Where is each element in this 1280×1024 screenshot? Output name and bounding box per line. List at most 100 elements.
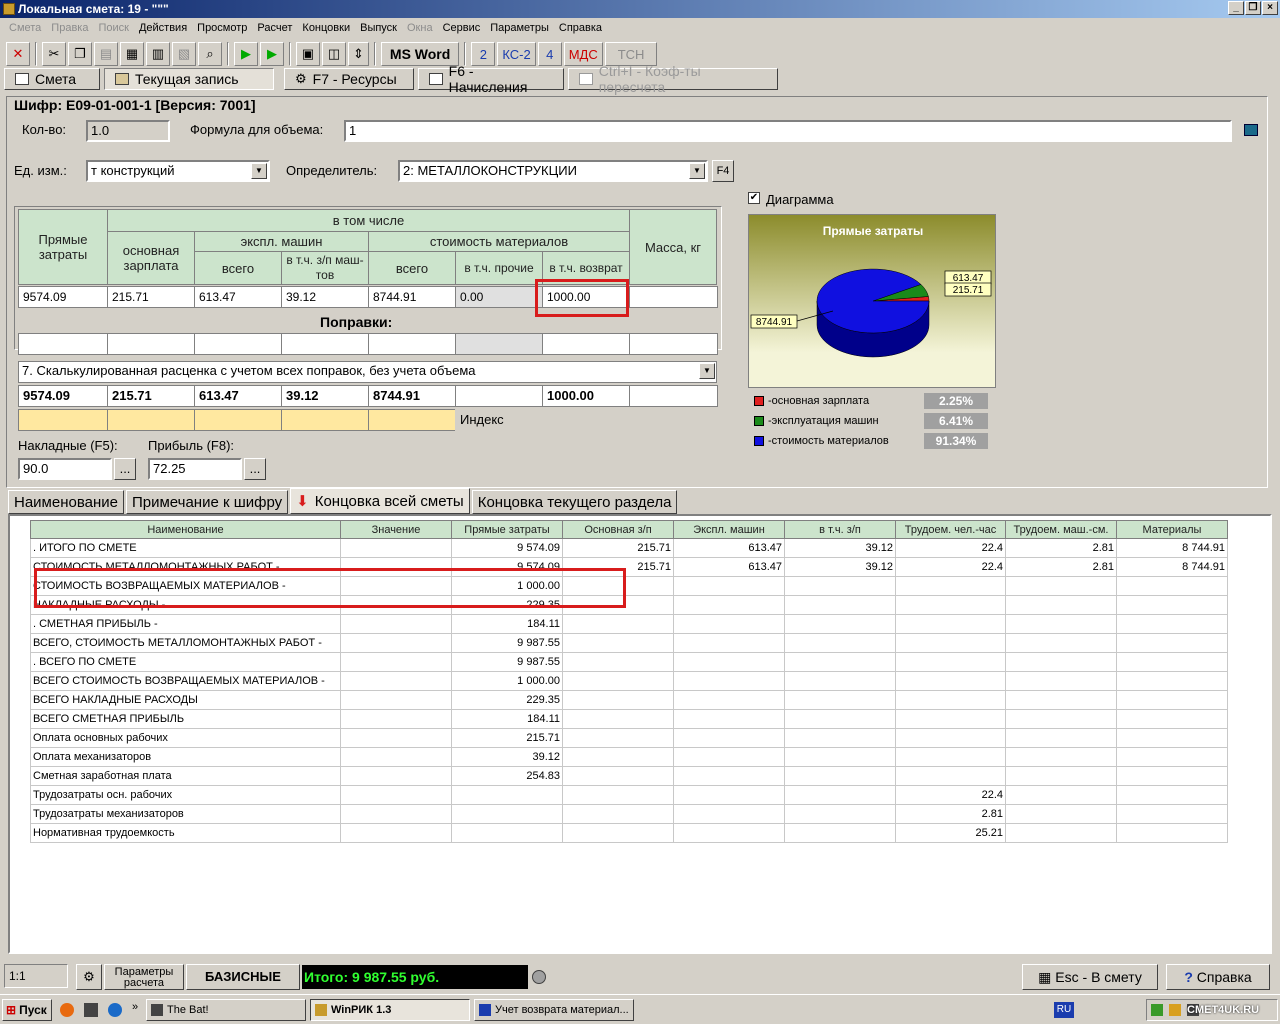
tab-name[interactable]: Наименование [8,490,124,514]
mds-button[interactable]: МДС [563,42,603,66]
cost-cell[interactable]: 215.71 [107,286,195,308]
table-row[interactable]: . СМЕТНАЯ ПРИБЫЛЬ - 184.11 [30,614,1228,634]
table-row[interactable]: . ИТОГО ПО СМЕТЕ 9 574.09 215.71 613.47 39.1… [30,538,1228,558]
menu-item[interactable]: Расчет [252,19,297,37]
cut-icon[interactable]: ✂ [42,42,66,66]
table-row[interactable]: Трудозатраты осн. рабочих 22.4 [30,785,1228,805]
diagram-checkbox[interactable]: ✔ [748,192,760,204]
columns-icon[interactable]: ◫ [322,42,346,66]
minimize-button[interactable]: _ [1228,1,1244,15]
calc-mode-select[interactable]: 7. Скалькулированная расценка с учетом в… [18,361,717,383]
chevron-down-icon[interactable]: ▼ [699,363,715,379]
column-header[interactable]: Трудоем. чел.-час [895,520,1006,539]
table-row[interactable]: ВСЕГО СМЕТНАЯ ПРИБЫЛЬ 184.11 [30,709,1228,729]
start-button[interactable]: ⊞ Пуск [2,999,52,1021]
copy-icon[interactable]: ❐ [68,42,92,66]
table-row[interactable]: ВСЕГО НАКЛАДНЫЕ РАСХОДЫ 229.35 [30,690,1228,710]
menu-item[interactable]: Концовки [297,19,355,37]
column-header[interactable]: Трудоем. маш.-см. [1005,520,1117,539]
tab-estimate[interactable]: Смета [4,68,100,90]
column-header[interactable]: Экспл. машин [673,520,785,539]
index-cell[interactable] [107,409,197,431]
determinant-select[interactable]: 2: МЕТАЛЛОКОНСТРУКЦИИ ▼ [398,160,708,182]
play-icon[interactable]: ▶ [234,42,258,66]
profit-dots-button[interactable]: ... [244,458,266,480]
tray-icon[interactable] [1151,1004,1163,1016]
ie-icon[interactable] [108,1003,122,1017]
column-header[interactable]: в т.ч. з/п [784,520,896,539]
more-icon[interactable]: » [132,1001,138,1013]
menu-item[interactable]: Окна [402,19,438,37]
task-document[interactable]: Учет возврата материал... [474,999,634,1021]
menu-item[interactable]: Действия [134,19,192,37]
close-window-button[interactable]: × [1262,1,1278,15]
tab-charges[interactable]: F6 - Начисления [418,63,564,95]
tab-estimate-ending[interactable]: ⬇ Концовка всей сметы [290,488,470,514]
tab-coefficients[interactable]: Ctrl+I - Коэф-ты пересчета [568,63,778,95]
index-cell[interactable] [18,409,108,431]
calc-params-button[interactable]: Параметры расчета [104,964,184,990]
clipboard-disabled-icon[interactable]: ▧ [172,42,196,66]
column-header[interactable]: Наименование [30,520,341,539]
formula-input[interactable]: 1 [344,120,1232,142]
index-cell[interactable] [194,409,284,431]
table-icon[interactable]: ▣ [296,42,320,66]
overhead-dots-button[interactable]: ... [114,458,136,480]
task-thebat[interactable]: The Bat! [146,999,306,1021]
qty-field[interactable]: 1.0 [86,120,170,142]
menu-item[interactable]: Параметры [485,19,554,37]
cost-cell[interactable]: 9574.09 [18,286,108,308]
tray-icon[interactable] [1169,1004,1181,1016]
delete-icon[interactable]: ✕ [6,42,30,66]
column-header[interactable]: Основная з/п [562,520,674,539]
index-cell[interactable] [368,409,456,431]
column-header[interactable]: Значение [340,520,452,539]
table-row[interactable]: Нормативная трудоемкость 25.21 [30,823,1228,843]
table-row[interactable]: Сметная заработная плата 254.83 [30,766,1228,786]
clipboard-icon[interactable]: ▥ [146,42,170,66]
unit-select[interactable]: т конструкций ▼ [86,160,270,182]
play-record-icon[interactable]: ▶ [260,42,284,66]
tab-resources[interactable]: ⚙ F7 - Ресурсы [284,68,414,90]
task-winrik[interactable]: WinPИК 1.3 [310,999,470,1021]
paste-icon[interactable]: ▤ [94,42,118,66]
calculator-icon[interactable] [1244,124,1258,136]
cost-cell[interactable] [629,286,718,308]
table-row[interactable]: Трудозатраты механизаторов 2.81 [30,804,1228,824]
menu-item[interactable]: Справка [554,19,607,37]
profit-input[interactable]: 72.25 [148,458,242,480]
menu-item[interactable]: Сервис [438,19,486,37]
help-button[interactable]: ? Справка [1166,964,1270,990]
menu-item[interactable]: Поиск [93,19,133,37]
chevron-down-icon[interactable]: ▼ [251,163,267,179]
bat-icon[interactable] [84,1003,98,1017]
table-row[interactable]: ВСЕГО, СТОИМОСТЬ МЕТАЛЛОМОНТАЖНЫХ РАБОТ … [30,633,1228,653]
table-row[interactable]: ВСЕГО СТОИМОСТЬ ВОЗВРАЩАЕМЫХ МАТЕРИАЛОВ … [30,671,1228,691]
cost-cell[interactable]: 8744.91 [368,286,456,308]
table-row[interactable]: Оплата основных рабочих 215.71 [30,728,1228,748]
ms-word-button[interactable]: MS Word [380,42,460,66]
restore-button[interactable]: ❐ [1245,1,1261,15]
cost-cell[interactable]: 0.00 [455,286,543,308]
firefox-icon[interactable] [60,1003,74,1017]
tab-note[interactable]: Примечание к шифру [125,490,289,514]
table-row[interactable]: Оплата механизаторов 39.12 [30,747,1228,767]
paste-special-icon[interactable]: ▦ [120,42,144,66]
f4-button[interactable]: F4 [712,160,734,182]
menu-item[interactable]: Просмотр [192,19,252,37]
chevron-down-icon[interactable]: ▼ [689,163,705,179]
spin-icon[interactable]: ⇕ [348,42,369,66]
menu-item[interactable]: Выпуск [355,19,402,37]
language-indicator[interactable]: RU [1054,1002,1074,1018]
tab-section-ending[interactable]: Концовка текущего раздела [471,490,678,514]
column-header[interactable]: Материалы [1116,520,1228,539]
refresh-icon[interactable] [532,970,546,984]
tab-current-record[interactable]: Текущая запись [104,68,274,90]
cost-cell[interactable]: 613.47 [194,286,282,308]
index-cell[interactable] [281,409,371,431]
esc-to-estimate-button[interactable]: ▦ Esc - В смету [1022,964,1158,990]
table-row[interactable]: . ВСЕГО ПО СМЕТЕ 9 987.55 [30,652,1228,672]
menu-item[interactable]: Смета [4,19,46,37]
column-header[interactable]: Прямые затраты [451,520,563,539]
gear-icon[interactable]: ⚙ [76,964,102,990]
